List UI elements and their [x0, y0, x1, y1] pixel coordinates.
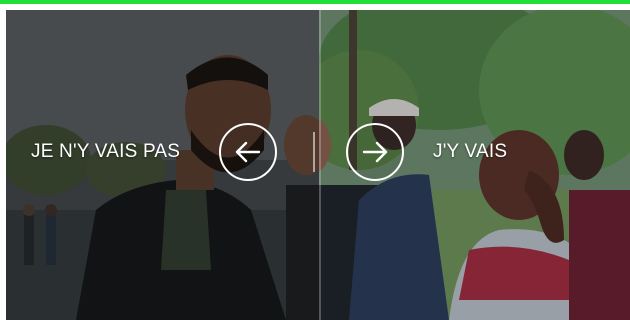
center-tick-mark	[313, 132, 315, 172]
swipe-right-button[interactable]	[346, 123, 404, 181]
arrow-right-icon	[362, 141, 388, 163]
accept-label: J'Y VAIS	[433, 141, 508, 162]
split-divider	[319, 10, 321, 320]
swipe-choice-card: JE N'Y VAIS PAS J'Y VAIS	[0, 0, 630, 320]
photo-stage	[6, 10, 630, 320]
top-accent-bar	[0, 0, 630, 4]
swipe-left-button[interactable]	[219, 123, 277, 181]
arrow-left-icon	[235, 141, 261, 163]
refuse-label: JE N'Y VAIS PAS	[31, 141, 181, 162]
